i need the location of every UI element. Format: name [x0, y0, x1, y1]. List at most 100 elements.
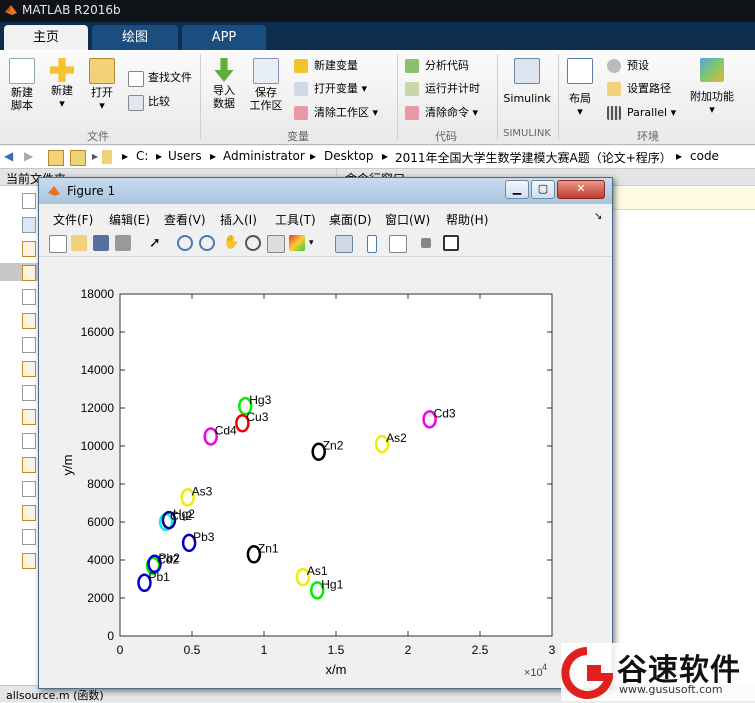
- path-segment-drive[interactable]: C:: [136, 149, 148, 163]
- path-segment-code[interactable]: code: [690, 149, 719, 163]
- m-file-icon: [22, 361, 36, 377]
- address-bar[interactable]: ◀ ▶ ▸ ▸ C: ▸ Users ▸ Administrator ▸ Des…: [0, 146, 755, 169]
- clear-commands-button[interactable]: 清除命令 ▾: [405, 105, 478, 121]
- open-variable-button[interactable]: 打开变量 ▾: [294, 81, 367, 97]
- find-files-button[interactable]: 查找文件: [128, 70, 192, 87]
- path-separator: ▸: [382, 149, 389, 163]
- import-data-button[interactable]: 导入 数据: [206, 58, 242, 110]
- compare-button[interactable]: 比较: [128, 94, 170, 111]
- menu-view[interactable]: 查看(V): [164, 211, 206, 228]
- compare-label: 比较: [148, 95, 170, 108]
- matlab-logo-icon: [48, 186, 60, 196]
- clear-workspace-button[interactable]: 清除工作区 ▾: [294, 105, 378, 121]
- eraser-icon: [294, 106, 308, 120]
- save-icon[interactable]: [93, 235, 109, 251]
- browse-folder-icon[interactable]: [70, 150, 86, 166]
- path-segment-desktop[interactable]: Desktop: [324, 149, 374, 163]
- data-point-label: Zn2: [323, 439, 344, 453]
- layout-label: 布局: [569, 92, 591, 105]
- menu-insert[interactable]: 插入(I): [220, 211, 257, 228]
- data-point-label: As2: [386, 431, 407, 445]
- y-tick-label: 0: [107, 629, 114, 643]
- preferences-button[interactable]: 预设: [607, 58, 649, 74]
- plot-area[interactable]: 0 0.5 1 1.5 2 2.5 3 0 2000 4000 6000 8000 10000 12000…: [44, 258, 605, 681]
- layout-button[interactable]: 布局 ▾: [564, 58, 596, 118]
- dock-arrow-icon[interactable]: ↘: [594, 211, 602, 222]
- tab-plots[interactable]: 绘图: [92, 25, 178, 50]
- new-figure-icon[interactable]: [49, 235, 67, 253]
- simulink-icon: [514, 58, 540, 84]
- menu-file[interactable]: 文件(F): [53, 211, 93, 228]
- set-path-button[interactable]: 设置路径: [607, 81, 671, 97]
- figure-window[interactable]: Figure 1 ▁ ▢ ✕ 文件(F) 编辑(E) 查看(V) 插入(I) 工…: [38, 177, 613, 689]
- new-script-label: 新建 脚本: [11, 86, 33, 112]
- zoom-out-icon[interactable]: [199, 235, 215, 251]
- folder-icon: [102, 150, 112, 164]
- menu-window[interactable]: 窗口(W): [385, 211, 430, 228]
- new-script-button[interactable]: 新建 脚本: [4, 58, 40, 112]
- menu-help[interactable]: 帮助(H): [446, 211, 488, 228]
- brush-icon[interactable]: [289, 235, 305, 251]
- chevron-right-icon: ▸: [92, 149, 99, 163]
- minimize-button[interactable]: ▁: [505, 180, 529, 199]
- menu-desktop[interactable]: 桌面(D): [329, 211, 372, 228]
- chevron-down-icon: ▾: [472, 106, 479, 119]
- figure-title-bar[interactable]: Figure 1 ▁ ▢ ✕: [39, 178, 612, 204]
- path-separator: ▸: [676, 149, 683, 163]
- legend-icon[interactable]: [389, 235, 407, 253]
- forward-arrow-icon[interactable]: ▶: [24, 149, 33, 163]
- word-file-icon: [22, 217, 36, 233]
- path-segment-users[interactable]: Users: [168, 149, 202, 163]
- close-button[interactable]: ✕: [557, 180, 605, 199]
- menu-tools[interactable]: 工具(T): [275, 211, 316, 228]
- addons-label: 附加功能: [690, 90, 734, 103]
- pan-hand-icon[interactable]: ✋: [223, 235, 239, 251]
- x-tick-label: 1.5: [328, 643, 345, 657]
- print-icon[interactable]: [115, 235, 131, 251]
- analyze-code-button[interactable]: 分析代码: [405, 58, 469, 74]
- hide-plot-tools-icon[interactable]: [421, 238, 431, 248]
- x-axis-label: x/m: [326, 662, 347, 677]
- up-folder-icon[interactable]: [48, 150, 64, 166]
- clear-workspace-label: 清除工作区: [314, 106, 369, 119]
- new-button[interactable]: 新建 ▾: [44, 58, 80, 110]
- file-icon: [22, 337, 36, 353]
- open-button[interactable]: 打开 ▾: [84, 58, 120, 112]
- x-tick-label: 2.5: [472, 643, 489, 657]
- parallel-button[interactable]: Parallel ▾: [607, 105, 676, 121]
- addons-button[interactable]: 附加功能 ▾: [688, 58, 736, 116]
- link-plot-icon[interactable]: [335, 235, 353, 253]
- m-file-icon: [22, 409, 36, 425]
- colorbar-icon[interactable]: [367, 235, 377, 253]
- chevron-down-icon[interactable]: ▾: [309, 235, 325, 251]
- menu-edit[interactable]: 编辑(E): [109, 211, 150, 228]
- maximize-button[interactable]: ▢: [531, 180, 555, 199]
- path-segment-user[interactable]: Administrator: [223, 149, 305, 163]
- section-simulink-label: SIMULINK: [503, 128, 551, 139]
- chevron-down-icon: ▾: [709, 103, 715, 116]
- save-workspace-button[interactable]: 保存 工作区: [246, 58, 286, 112]
- import-data-label: 导入 数据: [213, 84, 235, 110]
- path-separator: ▸: [156, 149, 163, 163]
- rotate-3d-icon[interactable]: [245, 235, 261, 251]
- data-point-label: Zn1: [258, 541, 279, 555]
- open-label: 打开: [91, 86, 113, 99]
- run-and-time-button[interactable]: 运行并计时: [405, 81, 480, 97]
- new-variable-button[interactable]: 新建变量: [294, 58, 358, 74]
- tab-apps[interactable]: APP: [182, 25, 266, 50]
- analyze-code-icon: [405, 59, 419, 73]
- zoom-in-icon[interactable]: [177, 235, 193, 251]
- x-tick-label: 2: [405, 643, 412, 657]
- tab-home[interactable]: 主页: [4, 25, 88, 50]
- open-file-icon[interactable]: [71, 235, 87, 251]
- y-tick-label: 16000: [81, 325, 115, 339]
- pointer-arrow-icon[interactable]: ➚: [149, 235, 165, 251]
- chevron-down-icon: ▾: [99, 99, 105, 112]
- simulink-button[interactable]: Simulink: [502, 58, 552, 105]
- path-segment-project[interactable]: 2011年全国大学生数学建模大赛A题（论文+程序）: [395, 149, 672, 166]
- data-cursor-icon[interactable]: [267, 235, 285, 253]
- section-variable-label: 变量: [287, 130, 309, 143]
- scatter-chart[interactable]: 0 0.5 1 1.5 2 2.5 3 0 2000 4000 6000 8000 10000 12000…: [44, 258, 605, 681]
- back-arrow-icon[interactable]: ◀: [4, 149, 13, 163]
- show-plot-tools-icon[interactable]: [443, 235, 459, 251]
